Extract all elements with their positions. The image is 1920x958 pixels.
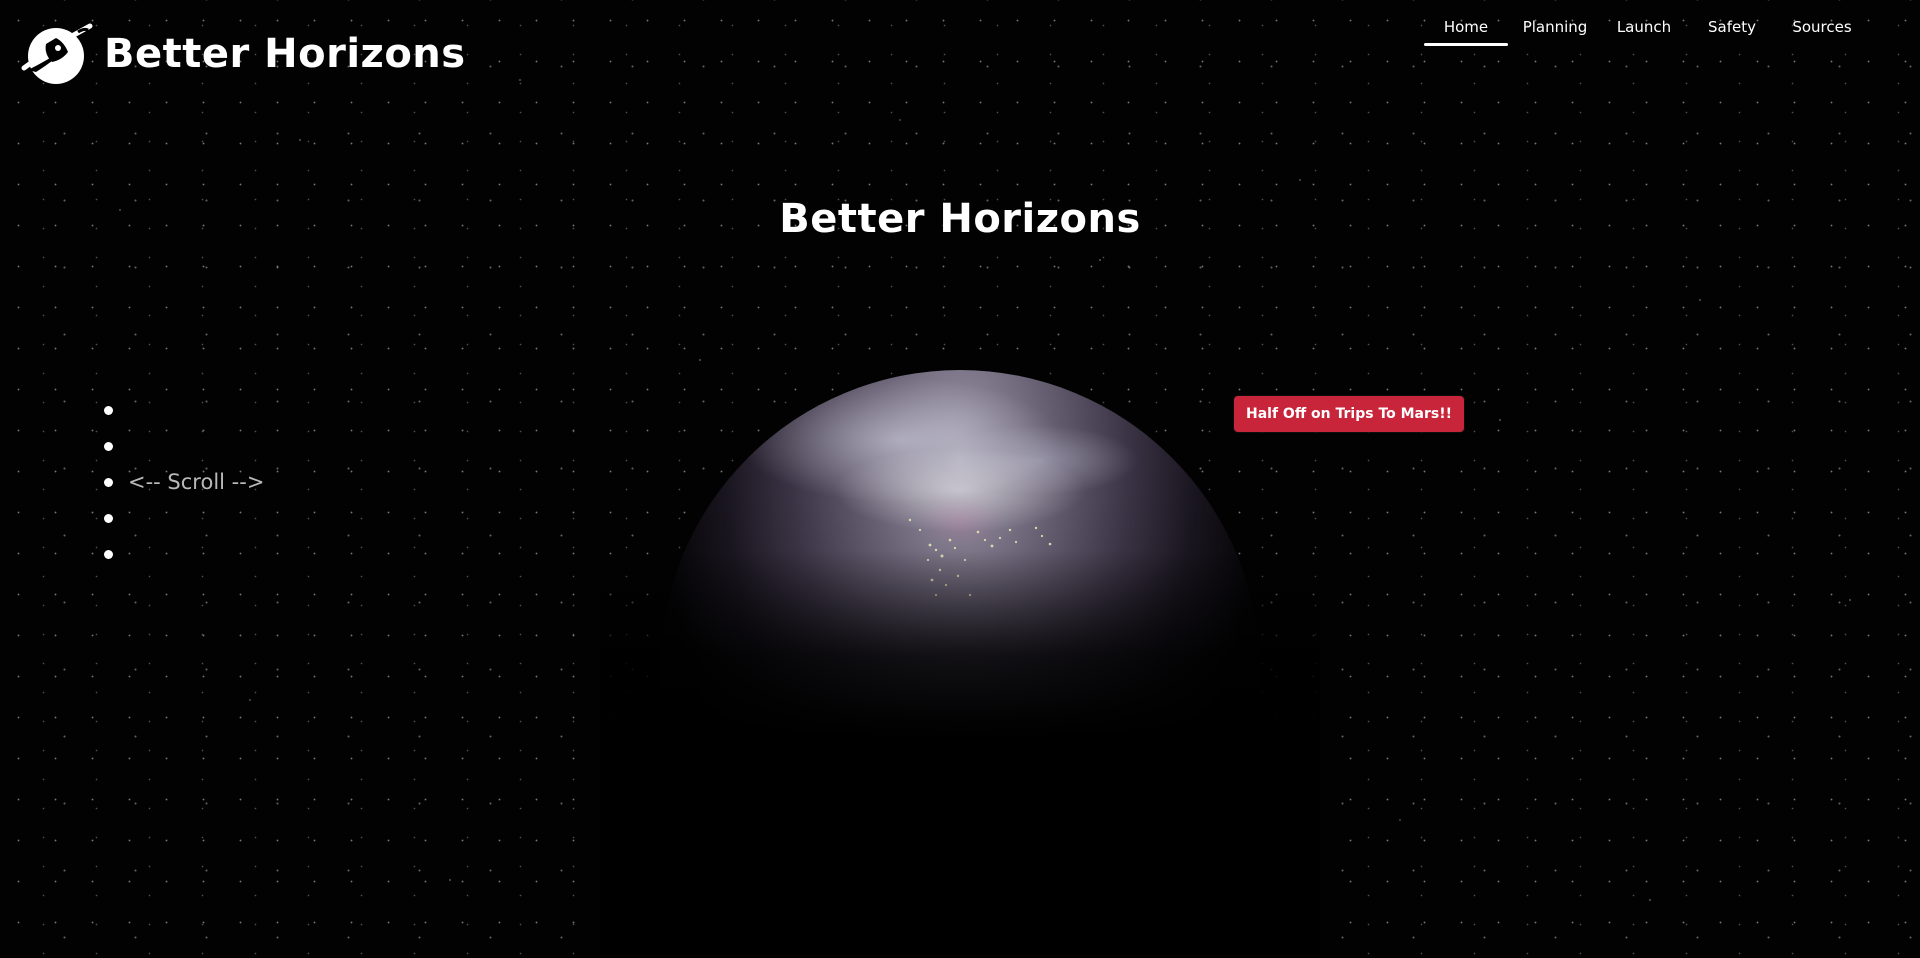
brand-name: Better Horizons xyxy=(104,31,466,77)
nav-launch[interactable]: Launch xyxy=(1602,14,1686,46)
brand-logo[interactable]: Better Horizons xyxy=(18,18,466,90)
nav-planning[interactable]: Planning xyxy=(1512,14,1598,46)
scroll-list-item[interactable] xyxy=(100,392,264,428)
nav-home[interactable]: Home xyxy=(1424,14,1508,46)
scroll-list-item[interactable] xyxy=(100,536,264,572)
scroll-list-item[interactable] xyxy=(100,500,264,536)
page: Better Horizons Home Planning Launch Saf… xyxy=(0,0,1920,958)
earth-image xyxy=(600,370,1320,958)
planet-shadow xyxy=(600,550,1320,958)
hero-title: Better Horizons xyxy=(779,196,1141,242)
scroll-list-item[interactable] xyxy=(100,428,264,464)
scroll-list-item[interactable]: <-- Scroll --> xyxy=(100,464,264,500)
nav-safety[interactable]: Safety xyxy=(1690,14,1774,46)
top-navigation: Home Planning Launch Safety Sources xyxy=(1422,14,1868,46)
promo-mars-button[interactable]: Half Off on Trips To Mars!! xyxy=(1234,396,1465,432)
nav-sources[interactable]: Sources xyxy=(1778,14,1866,46)
scroll-indicator-list: <-- Scroll --> xyxy=(100,392,264,572)
planet-rocket-logo-icon xyxy=(21,23,93,84)
